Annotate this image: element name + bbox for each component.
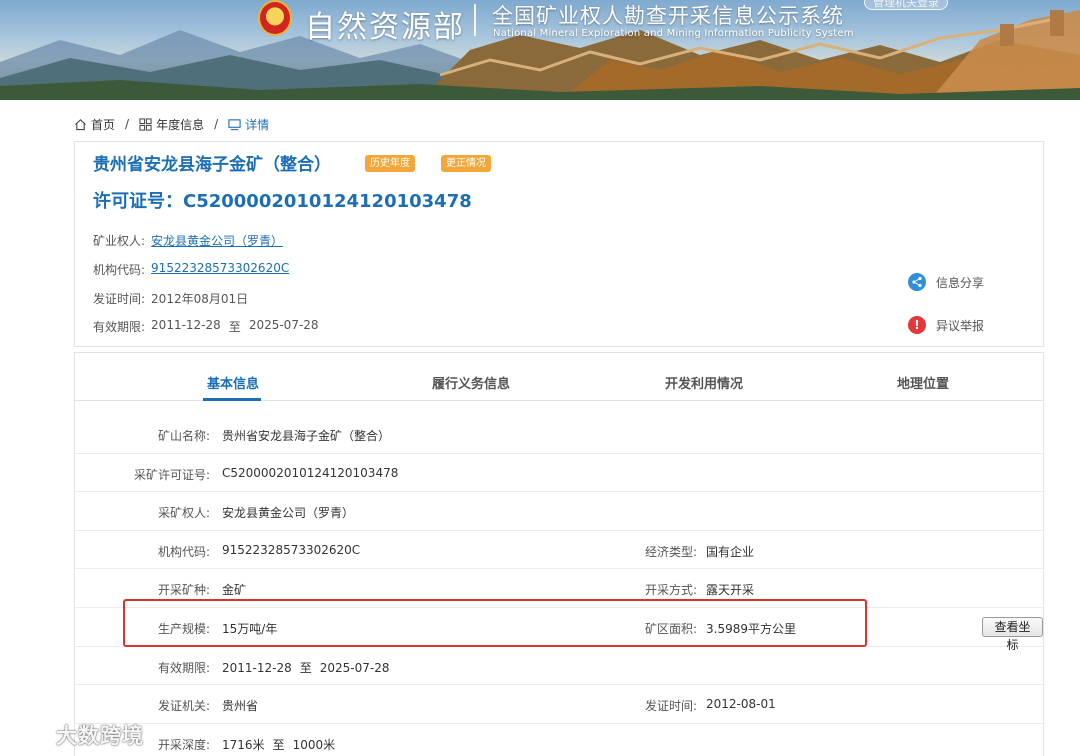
home-icon [75, 118, 86, 130]
table-row: 采矿权人: 安龙县黄金公司（罗青） [75, 492, 1043, 531]
watermark-text: 大数跨境 [56, 724, 144, 748]
share-icon [908, 273, 926, 291]
breadcrumb-separator: / [214, 117, 219, 131]
breadcrumb-label: 首页 [91, 117, 116, 132]
mining-depth-label: 开采深度: [157, 737, 210, 752]
depth-end: 1000米 [292, 737, 336, 752]
active-tab-indicator [203, 398, 261, 401]
site-name: 自然资源部 [305, 10, 465, 45]
watermark-logo-icon [9, 722, 48, 748]
issue-date-value: 2012年08月01日 [151, 292, 249, 306]
breadcrumb-annual-info[interactable]: 年度信息 [139, 116, 204, 133]
production-scale-label: 生产规模: [157, 621, 210, 636]
license-number: 许可证号：C5200002010124120103478 [93, 191, 472, 212]
table-row: 开采深度: 1716米至 1000米 [75, 724, 1043, 756]
validity-label: 有效期限: [93, 320, 146, 334]
summary-validity-row: 有效期限: 2011-12-28 至 2025-07-28 [93, 318, 319, 335]
production-scale-value: 15万吨/年 [222, 621, 278, 636]
basic-info-table: 矿山名称: 贵州省安龙县海子金矿（整合） 采矿许可证号: C5200002010… [75, 415, 1043, 756]
tab-obligation-info[interactable]: 履行义务信息 [432, 373, 510, 392]
exclamation-icon: ! [908, 316, 926, 334]
issuing-authority-label: 发证机关: [157, 699, 210, 714]
tab-basic-info[interactable]: 基本信息 [207, 373, 259, 392]
watermark: 大数跨境 [6, 720, 144, 750]
history-year-tag[interactable]: 历史年度 [365, 155, 415, 172]
breadcrumb-separator: / [125, 117, 130, 131]
table-row: 矿山名称: 贵州省安龙县海子金矿（整合） [75, 415, 1043, 454]
owner-value: 安龙县黄金公司（罗青） [222, 506, 355, 521]
mine-name-value: 贵州省安龙县海子金矿（整合） [222, 429, 391, 443]
validity-start: 2011-12-28 [151, 318, 221, 332]
grid-icon [139, 117, 152, 131]
breadcrumb-details[interactable]: 详情 [228, 116, 269, 133]
mining-depth-range: 1716米至 1000米 [222, 736, 335, 753]
breadcrumb: 首页 / 年度信息 / 详情 [74, 115, 269, 133]
issue-date-value: 2012-08-01 [706, 697, 776, 712]
share-button[interactable]: 信息分享 [908, 273, 984, 291]
national-emblem-icon [258, 0, 292, 36]
table-row: 采矿许可证号: C5200002010124120103478 [75, 454, 1043, 493]
breadcrumb-label: 年度信息 [156, 117, 205, 132]
share-label: 信息分享 [936, 275, 985, 290]
mining-method-label: 开采方式: [644, 583, 697, 598]
report-objection-button[interactable]: ! 异议举报 [908, 316, 984, 334]
validity-end: 2025-07-28 [319, 660, 390, 675]
tab-development-usage[interactable]: 开发利用情况 [665, 373, 743, 392]
tab-bar: 基本信息 履行义务信息 开发利用情况 地理位置 [75, 353, 1043, 401]
detail-panel: 基本信息 履行义务信息 开发利用情况 地理位置 矿山名称: 贵州省安龙县海子金矿… [74, 352, 1044, 756]
owner-label: 采矿权人: [157, 506, 210, 521]
mine-summary-card: 贵州省安龙县海子金矿（整合） 历史年度 更正情况 许可证号：C520000201… [74, 141, 1044, 347]
mine-name-label: 矿山名称: [157, 429, 210, 443]
correction-tag[interactable]: 更正情况 [441, 155, 491, 172]
mineral-value: 金矿 [222, 583, 247, 598]
breadcrumb-home[interactable]: 首页 [74, 116, 115, 133]
mineral-label: 开采矿种: [157, 583, 210, 598]
org-code-label: 机构代码: [93, 263, 146, 277]
validity-end: 2025-07-28 [248, 318, 319, 332]
breadcrumb-label: 详情 [245, 117, 270, 132]
issue-date-label: 发证时间: [93, 292, 146, 306]
summary-org-code-row: 机构代码: 91522328573302620C [93, 261, 289, 278]
monitor-icon [228, 118, 241, 130]
org-code-value: 91522328573302620C [222, 542, 361, 557]
validity-to: 至 [299, 660, 312, 675]
summary-owner-row: 矿业权人: 安龙县黄金公司（罗青） [93, 232, 283, 249]
validity-label: 有效期限: [157, 660, 210, 675]
issue-date-label: 发证时间: [644, 699, 697, 714]
org-code-link[interactable]: 91522328573302620C [151, 261, 289, 278]
table-row: 机构代码: 91522328573302620C 经济类型: 国有企业 [75, 531, 1043, 570]
mining-method-value: 露天开采 [706, 583, 755, 598]
summary-issue-date-row: 发证时间: 2012年08月01日 [93, 290, 248, 307]
tab-geo-location[interactable]: 地理位置 [897, 373, 949, 392]
admin-login-button[interactable]: 管理机关登录 [864, 0, 948, 10]
table-row: 开采矿种: 金矿 开采方式: 露天开采 [75, 569, 1043, 608]
table-row: 发证机关: 贵州省 发证时间: 2012-08-01 [75, 685, 1043, 724]
econ-type-label: 经济类型: [644, 544, 697, 559]
org-code-label: 机构代码: [157, 544, 210, 559]
site-subtitle-english: National Mineral Exploration and Mining … [493, 28, 854, 39]
owner-link[interactable]: 安龙县黄金公司（罗青） [151, 232, 283, 249]
mine-area-value: 3.5989平方公里 [706, 621, 796, 636]
license-value: C5200002010124120103478 [222, 465, 399, 480]
depth-from: 1716米 [222, 737, 265, 752]
view-coordinates-button[interactable]: 查看坐标 [982, 616, 1043, 652]
report-label: 异议举报 [936, 318, 985, 333]
license-label: 采矿许可证号: [133, 467, 210, 482]
validity-start: 2011-12-28 [222, 660, 292, 675]
depth-to: 至 [272, 737, 285, 752]
table-row: 有效期限: 2011-12-28 至 2025-07-28 [75, 647, 1043, 686]
econ-type-value: 国有企业 [706, 544, 755, 559]
validity-to: 至 [228, 320, 241, 334]
header-banner: 自然资源部 全国矿业权人勘查开采信息公示系统 National Mineral … [0, 0, 1080, 100]
mine-title: 贵州省安龙县海子金矿（整合） [93, 155, 331, 175]
site-subtitle: 全国矿业权人勘查开采信息公示系统 [492, 4, 844, 28]
owner-label: 矿业权人: [93, 234, 146, 248]
validity-range: 2011-12-28 至 2025-07-28 [222, 659, 390, 676]
issuing-authority-value: 贵州省 [222, 699, 259, 714]
table-row: 生产规模: 15万吨/年 矿区面积: 3.5989平方公里 查看坐标 [75, 608, 1043, 652]
header-divider [474, 4, 476, 36]
mine-area-label: 矿区面积: [644, 621, 697, 636]
